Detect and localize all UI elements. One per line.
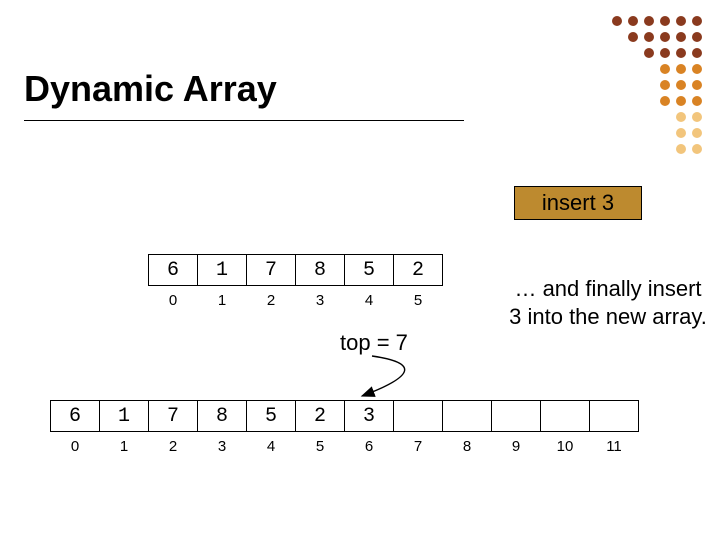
array-index: 5 [295,438,345,455]
new-array-indices: 0 1 2 3 4 5 6 7 8 9 10 11 [50,438,639,455]
array-index: 2 [148,438,198,455]
array-index: 1 [99,438,149,455]
array-cell [589,400,639,432]
array-index: 10 [540,438,590,455]
array-index: 2 [246,292,296,309]
array-cell: 8 [197,400,247,432]
old-array-indices: 0 1 2 3 4 5 [148,292,443,309]
array-cell: 2 [295,400,345,432]
array-index: 9 [491,438,541,455]
array-index: 4 [344,292,394,309]
array-cell: 7 [246,254,296,286]
array-cell: 6 [148,254,198,286]
array-index: 7 [393,438,443,455]
arrow-icon [332,352,462,402]
array-index: 11 [589,438,639,455]
array-cell: 7 [148,400,198,432]
array-cell: 5 [344,254,394,286]
array-index: 4 [246,438,296,455]
step-caption: … and finally insert 3 into the new arra… [508,275,708,330]
array-index: 1 [197,292,247,309]
array-index: 5 [393,292,443,309]
array-index: 3 [197,438,247,455]
array-cell: 6 [50,400,100,432]
array-cell: 1 [197,254,247,286]
new-array-cells: 6 1 7 8 5 2 3 [50,400,639,432]
array-index: 6 [344,438,394,455]
array-cell [540,400,590,432]
array-cell: 1 [99,400,149,432]
insert-badge: insert 3 [514,186,642,220]
array-cell [491,400,541,432]
array-index: 8 [442,438,492,455]
corner-dot-grid [612,16,702,154]
array-cell: 5 [246,400,296,432]
array-index: 0 [50,438,100,455]
array-cell: 8 [295,254,345,286]
array-index: 0 [148,292,198,309]
array-cell [393,400,443,432]
old-array-cells: 6 1 7 8 5 2 [148,254,443,286]
title-underline [24,120,464,121]
array-cell: 2 [393,254,443,286]
array-cell: 3 [344,400,394,432]
array-cell [442,400,492,432]
array-index: 3 [295,292,345,309]
page-title: Dynamic Array [24,68,277,110]
